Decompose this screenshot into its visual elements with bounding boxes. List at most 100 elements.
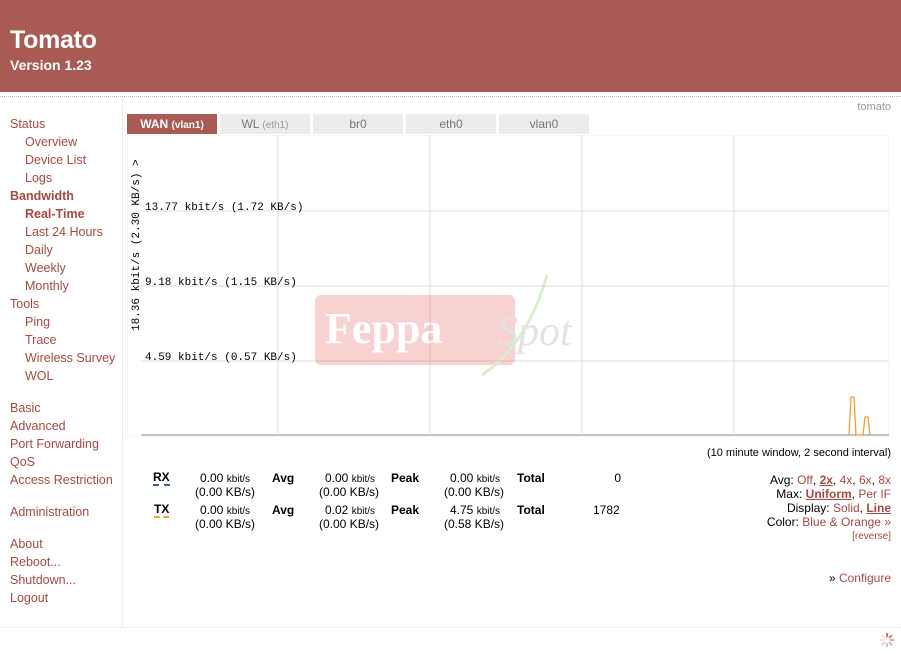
tx-avg: 0.02 <box>325 503 349 517</box>
configure-link[interactable]: Configure <box>839 571 891 585</box>
tx-label: TX <box>154 502 170 518</box>
max-options: Max: Uniform, Per IF <box>776 487 891 501</box>
tx-avg-wrap: 0.02 kbit/s <box>325 503 375 517</box>
avg-4x-link[interactable]: 4x <box>840 473 853 487</box>
sidebar-item-access-restriction[interactable]: Access Restriction <box>10 473 113 487</box>
sidebar-item-port-forwarding[interactable]: Port Forwarding <box>10 437 99 451</box>
main-content: tomato WAN (vlan1) WL (eth1) br0 eth0 vl… <box>123 97 901 627</box>
max-perif-link[interactable]: Per IF <box>858 487 891 501</box>
rx-peak-unit: kbit/s <box>476 474 501 485</box>
display-line-link[interactable]: Line <box>866 501 891 515</box>
rx-current-unit: kbit/s <box>226 474 251 485</box>
tab-wan-label: WAN <box>140 117 169 131</box>
avg-8x-link[interactable]: 8x <box>878 473 891 487</box>
app-title: Tomato <box>10 26 97 54</box>
reverse-link[interactable]: [reverse] <box>852 531 891 542</box>
bandwidth-graph: Feppa Spot 18.36 kbit/s (2.30 KB/s) > 13… <box>127 135 889 437</box>
rx-avg-kb: (0.00 KB/s) <box>319 485 380 499</box>
rx-avg-label: Avg <box>272 471 295 485</box>
sidebar-item-overview[interactable]: Overview <box>25 135 77 149</box>
tx-current-kb: (0.00 KB/s) <box>195 517 256 531</box>
sidebar-item-monthly[interactable]: Monthly <box>25 279 69 293</box>
sidebar-item-status[interactable]: Status <box>10 117 45 131</box>
reverse-option: [reverse] <box>852 531 891 542</box>
rx-current-wrap: 0.00 kbit/s <box>200 471 250 485</box>
sidebar-item-logs[interactable]: Logs <box>25 171 52 185</box>
avg-options-label: Avg: <box>769 473 794 487</box>
tx-total: 1782 <box>593 503 620 517</box>
tab-wl-label: WL <box>241 117 260 131</box>
rx-total-label: Total <box>517 471 545 485</box>
sidebar-item-wol[interactable]: WOL <box>25 369 53 383</box>
watermark-main-text: Feppa <box>325 304 442 353</box>
sidebar-item-advanced[interactable]: Advanced <box>10 419 66 433</box>
header-banner: Tomato Version 1.23 <box>0 0 901 92</box>
avg-2x-link[interactable]: 2x <box>820 473 833 487</box>
tx-current-wrap: 0.00 kbit/s <box>200 503 250 517</box>
tab-vlan0-label: vlan0 <box>529 117 559 131</box>
router-hostname: tomato <box>857 101 891 113</box>
tx-peak: 4.75 <box>450 503 474 517</box>
tab-vlan0[interactable]: vlan0 <box>499 114 589 134</box>
tab-br0[interactable]: br0 <box>313 114 403 134</box>
rx-tx-stats: RX 0.00 kbit/s (0.00 KB/s) Avg 0.00 kbit… <box>123 469 643 539</box>
rx-total: 0 <box>614 471 621 485</box>
rx-peak-wrap: 0.00 kbit/s <box>450 471 500 485</box>
color-options-label: Color: <box>766 515 799 529</box>
loading-spinner-icon <box>879 632 895 648</box>
rx-label: RX <box>153 470 170 486</box>
grid-label-1: 13.77 kbit/s (1.72 KB/s) <box>145 202 303 214</box>
sidebar-item-reboot[interactable]: Reboot... <box>10 555 61 569</box>
tab-wan[interactable]: WAN (vlan1) <box>127 114 217 134</box>
max-uniform-link[interactable]: Uniform <box>806 487 852 501</box>
sidebar-item-daily[interactable]: Daily <box>25 243 53 257</box>
rx-avg-wrap: 0.00 kbit/s <box>325 471 375 485</box>
tx-current: 0.00 <box>200 503 224 517</box>
sidebar-item-basic[interactable]: Basic <box>10 401 41 415</box>
rx-avg-unit: kbit/s <box>351 474 376 485</box>
rx-peak-kb: (0.00 KB/s) <box>444 485 505 499</box>
tab-eth0[interactable]: eth0 <box>406 114 496 134</box>
color-scheme-link[interactable]: Blue & Orange » <box>802 515 891 529</box>
graph-window-label: (10 minute window, 2 second interval) <box>706 447 891 459</box>
avg-6x-link[interactable]: 6x <box>859 473 872 487</box>
sidebar-item-trace[interactable]: Trace <box>25 333 57 347</box>
sidebar-item-realtime[interactable]: Real-Time <box>25 207 85 221</box>
tab-br0-label: br0 <box>349 117 367 131</box>
grid-label-3: 4.59 kbit/s (0.57 KB/s) <box>145 352 297 364</box>
sidebar-item-last-24-hours[interactable]: Last 24 Hours <box>25 225 103 239</box>
grid-label-2: 9.18 kbit/s (1.15 KB/s) <box>145 277 297 289</box>
avg-off-link[interactable]: Off <box>797 473 813 487</box>
sidebar-item-device-list[interactable]: Device List <box>25 153 86 167</box>
display-solid-link[interactable]: Solid <box>833 501 860 515</box>
tab-wan-sub: (vlan1) <box>171 120 204 131</box>
sidebar-item-weekly[interactable]: Weekly <box>25 261 66 275</box>
sidebar-item-shutdown[interactable]: Shutdown... <box>10 573 76 587</box>
tab-wl[interactable]: WL (eth1) <box>220 114 310 134</box>
footer-divider <box>0 627 901 628</box>
tx-peak-wrap: 4.75 kbit/s <box>450 503 500 517</box>
color-options: Color: Blue & Orange » <box>767 515 891 529</box>
display-options: Display: Solid, Line <box>786 501 891 515</box>
sidebar-item-tools[interactable]: Tools <box>10 297 39 311</box>
tab-eth0-label: eth0 <box>439 117 463 131</box>
tx-peak-unit: kbit/s <box>476 506 501 517</box>
y-axis-max-label: 18.36 kbit/s (2.30 KB/s) > <box>131 159 143 331</box>
max-options-label: Max: <box>776 487 803 501</box>
tab-wl-sub: (eth1) <box>262 120 289 131</box>
sidebar-item-administration[interactable]: Administration <box>10 505 89 519</box>
tx-avg-label: Avg <box>272 503 295 517</box>
rx-peak: 0.00 <box>450 471 474 485</box>
tx-avg-unit: kbit/s <box>351 506 376 517</box>
avg-options: Avg: Off, 2x, 4x, 6x, 8x <box>769 473 891 487</box>
sidebar-item-qos[interactable]: QoS <box>10 455 35 469</box>
sidebar-item-about[interactable]: About <box>10 537 43 551</box>
tx-current-unit: kbit/s <box>226 506 251 517</box>
app-version: Version 1.23 <box>10 57 92 73</box>
sidebar-item-logout[interactable]: Logout <box>10 591 48 605</box>
sidebar-item-bandwidth[interactable]: Bandwidth <box>10 189 74 203</box>
tx-peak-label: Peak <box>391 503 420 517</box>
sidebar-item-wireless-survey[interactable]: Wireless Survey <box>25 351 115 365</box>
sidebar-item-ping[interactable]: Ping <box>25 315 50 329</box>
tx-peak-kb: (0.58 KB/s) <box>444 517 505 531</box>
